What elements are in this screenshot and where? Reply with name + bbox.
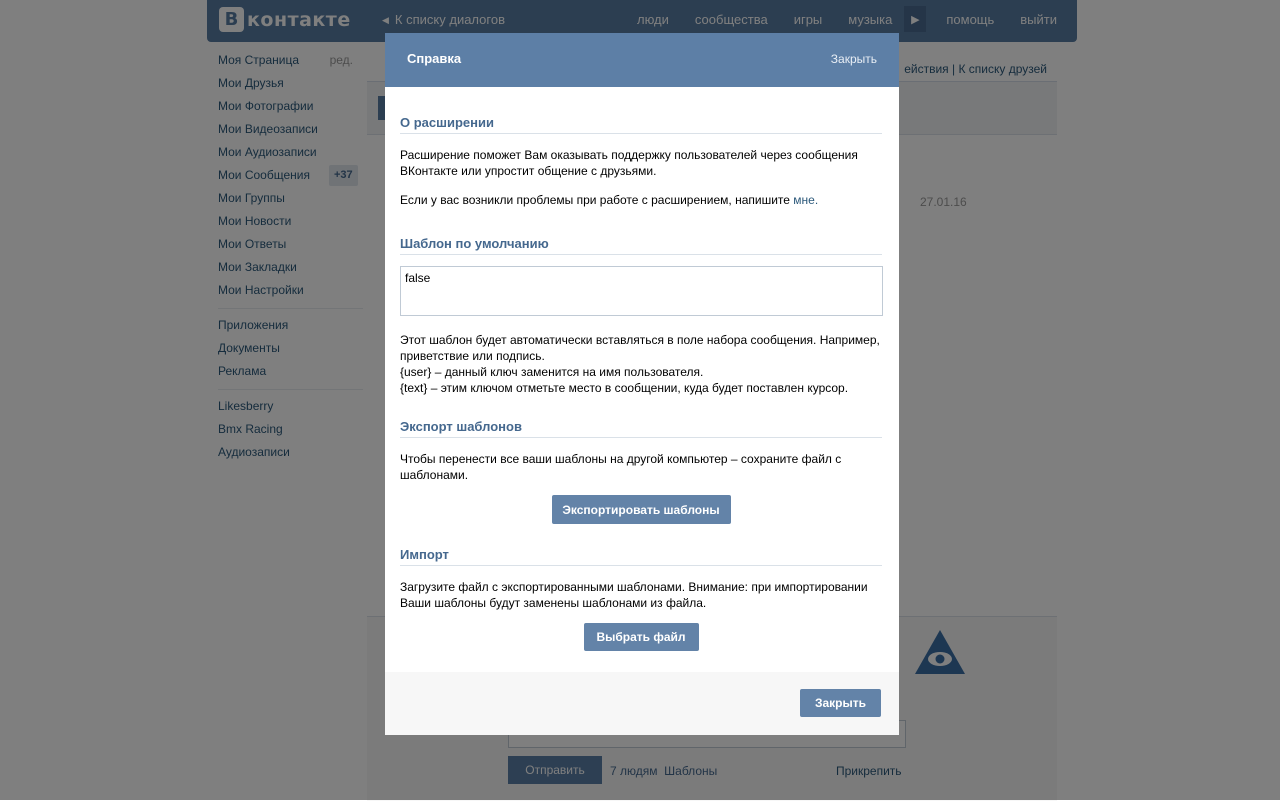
dialog-title: Справка <box>407 51 462 66</box>
import-heading: Импорт <box>400 547 882 566</box>
dialog-body: О расширении Расширение поможет Вам оказ… <box>400 87 883 651</box>
problems-text: Если у вас возникли проблемы при работе … <box>400 192 882 208</box>
import-text: Загрузите файл с экспортированными шабло… <box>400 580 868 610</box>
export-templates-button[interactable]: Экспортировать шаблоны <box>551 495 731 524</box>
contact-author-link[interactable]: мне. <box>793 193 818 207</box>
export-heading: Экспорт шаблонов <box>400 419 882 438</box>
template-help: Этот шаблон будет автоматически вставлят… <box>400 332 882 396</box>
key-user-help: {user} – данный ключ заменится на имя по… <box>400 365 704 379</box>
footer-close-button[interactable]: Закрыть <box>800 689 881 717</box>
help-dialog: Справка Закрыть О расширении Расширение … <box>385 33 899 735</box>
choose-file-button[interactable]: Выбрать файл <box>583 623 699 651</box>
about-heading: О расширении <box>400 115 882 134</box>
export-text: Чтобы перенести все ваши шаблоны на друг… <box>400 452 842 482</box>
key-text-help: {text} – этим ключом отметьте место в со… <box>400 381 849 395</box>
problems-label: Если у вас возникли проблемы при работе … <box>400 193 794 207</box>
dialog-header: Справка Закрыть <box>385 33 899 87</box>
dialog-footer: Закрыть <box>385 672 899 735</box>
dialog-close-link[interactable]: Закрыть <box>831 52 877 66</box>
import-button-row: Выбрать файл <box>400 623 882 651</box>
export-button-row: Экспортировать шаблоны <box>400 495 882 524</box>
about-text: Расширение поможет Вам оказывать поддерж… <box>400 148 858 178</box>
template-description: Этот шаблон будет автоматически вставлят… <box>400 333 880 363</box>
default-template-heading: Шаблон по умолчанию <box>400 236 882 255</box>
default-template-textarea[interactable]: false <box>400 266 883 316</box>
